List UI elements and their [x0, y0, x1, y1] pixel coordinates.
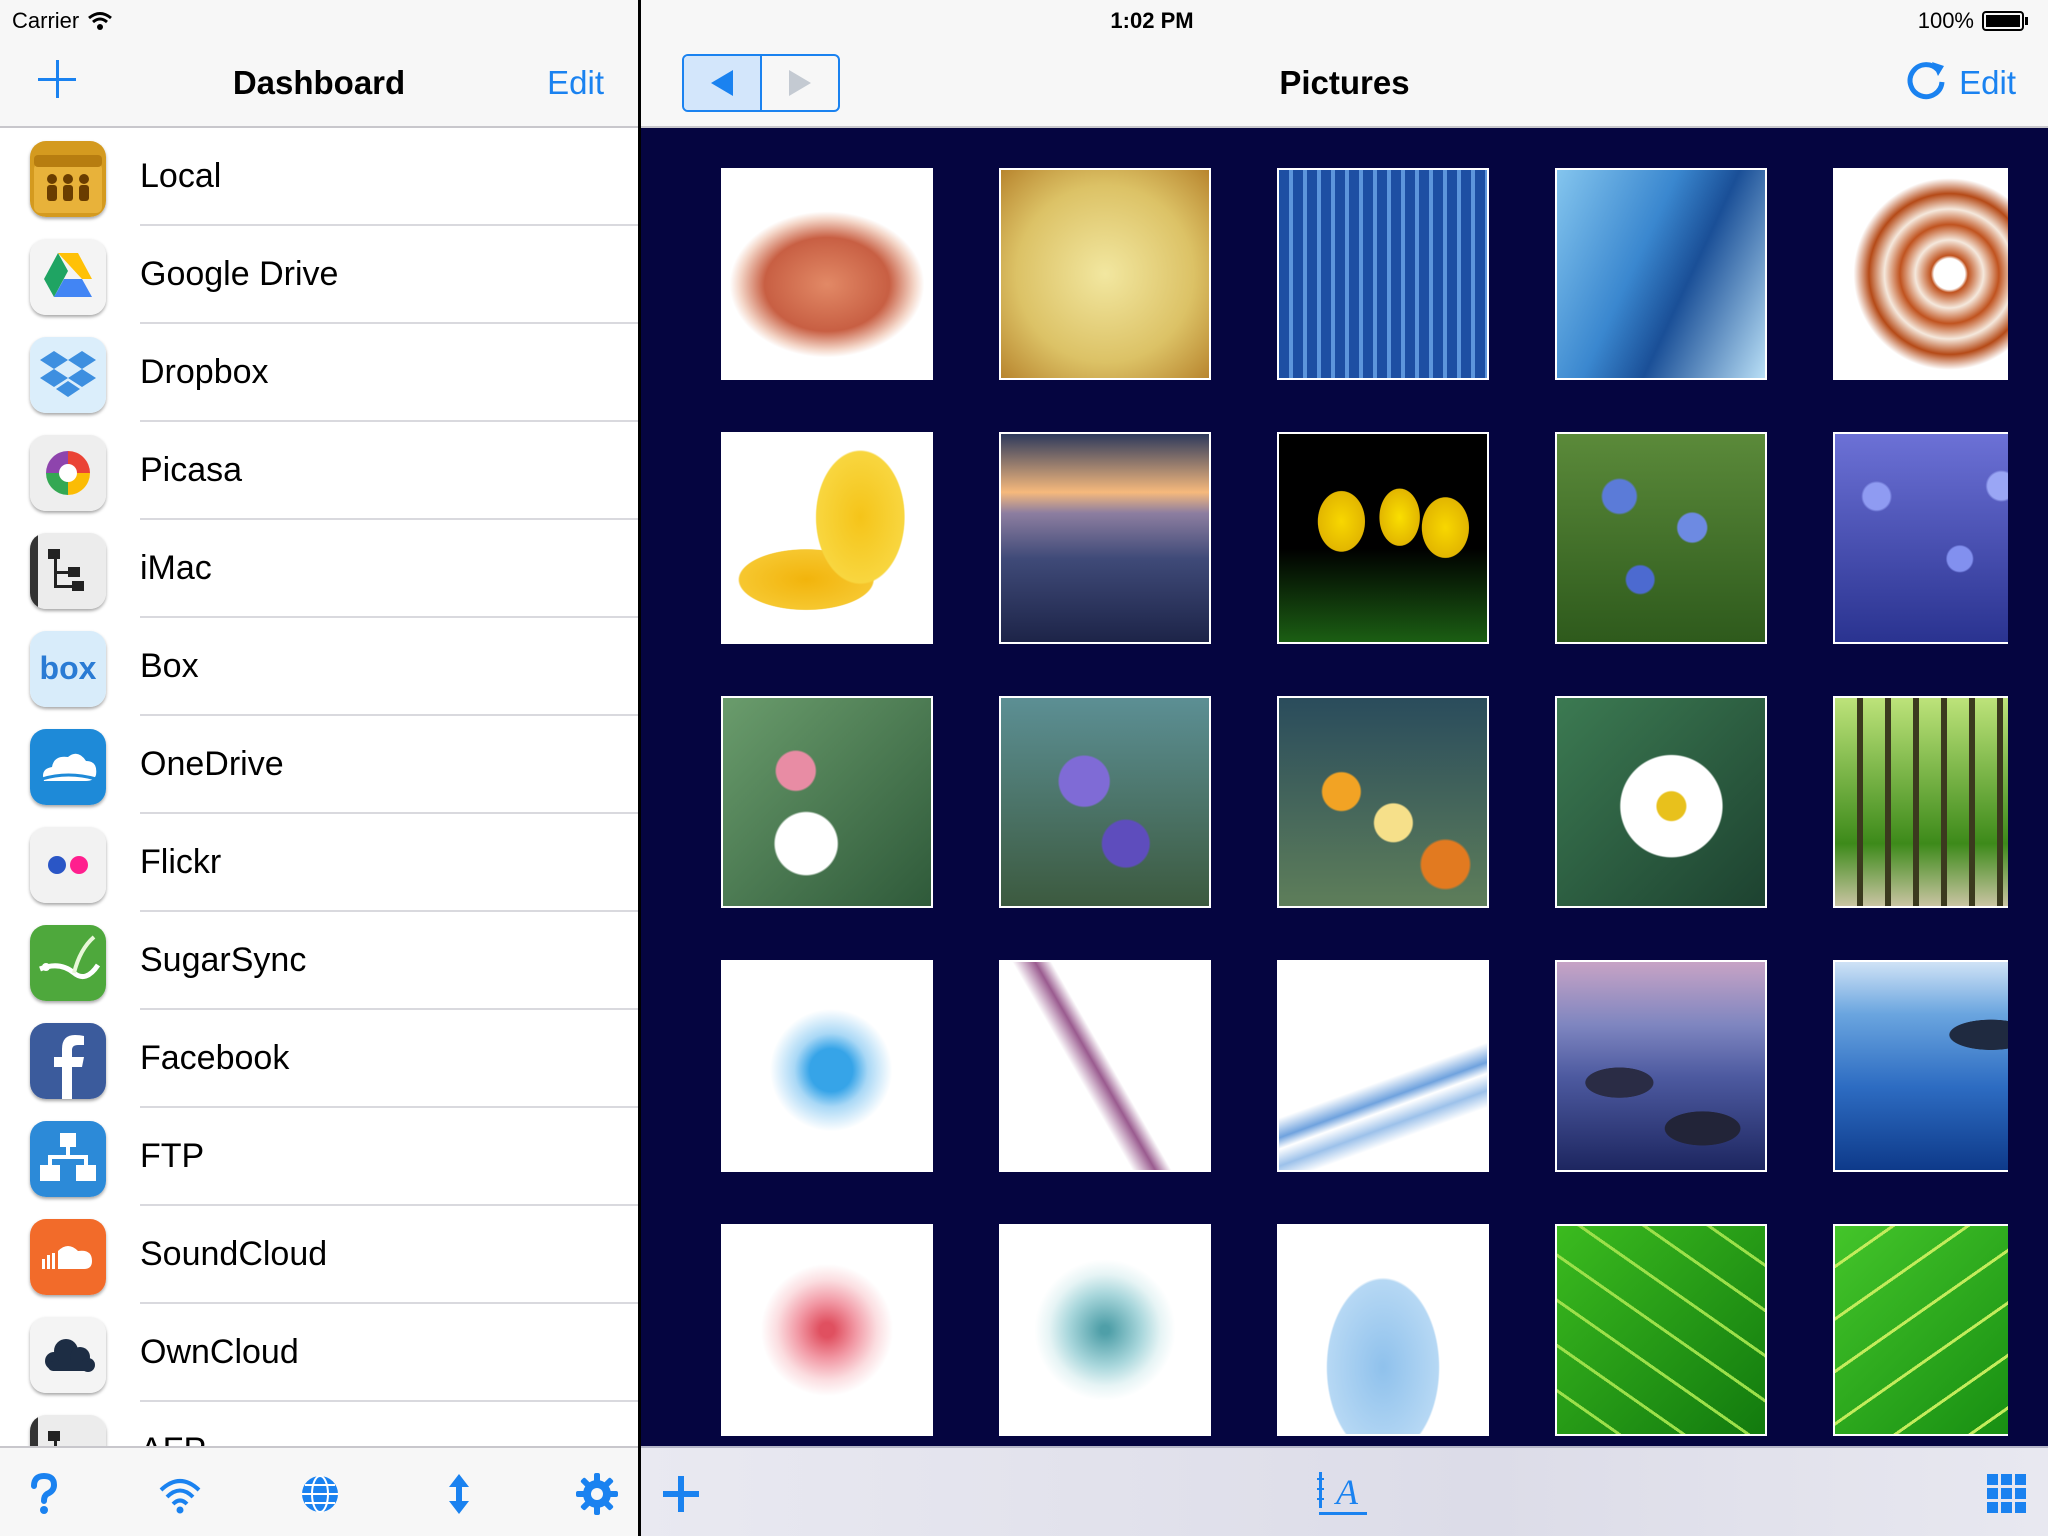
- sidebar-item-label: Box: [140, 647, 199, 685]
- sidebar-item-label: Local: [140, 157, 222, 195]
- sidebar-item-box[interactable]: box Box: [0, 618, 638, 716]
- thumbnail-red-skeleton-flower[interactable]: [721, 1224, 933, 1436]
- thumbnail-purple-borage[interactable]: [999, 696, 1211, 908]
- thumbnail-green-leaf-veins[interactable]: [1833, 1224, 2008, 1436]
- sidebar-item-onedrive[interactable]: OneDrive: [0, 716, 638, 814]
- sidebar-item-label: AFP: [140, 1431, 206, 1446]
- soundcloud-icon: [30, 1219, 106, 1295]
- thumbnail-green-forest[interactable]: [1833, 696, 2008, 908]
- browser-edit-button[interactable]: Edit: [1959, 64, 2016, 102]
- wifi-signal-icon: [88, 12, 113, 30]
- network-computer-icon: [30, 1415, 106, 1446]
- onedrive-icon: [30, 729, 106, 805]
- status-bar: Carrier: [0, 0, 638, 40]
- grid-view-icon[interactable]: [1987, 1474, 2027, 1514]
- battery-icon: [1982, 11, 2028, 31]
- settings-icon[interactable]: [575, 1472, 619, 1516]
- flickr-icon: [30, 827, 106, 903]
- thumbnail-blue-fractal[interactable]: [721, 960, 933, 1172]
- sidebar-item-sugarsync[interactable]: SugarSync: [0, 912, 638, 1010]
- network-computer-icon: [30, 533, 106, 609]
- file-browser-panel: 1:02 PM 100% Pictures Edit A: [641, 0, 2048, 1536]
- add-icon[interactable]: [659, 1472, 703, 1516]
- thumbnail-nautilus-shell[interactable]: [1833, 168, 2008, 380]
- sidebar-item-label: OwnCloud: [140, 1333, 299, 1371]
- sidebar-item-label: FTP: [140, 1137, 205, 1175]
- picasa-icon: [30, 435, 106, 511]
- browser-nav-bar: Pictures Edit: [641, 40, 2048, 128]
- svg-text:box: box: [40, 650, 97, 686]
- transfer-icon[interactable]: [437, 1472, 481, 1516]
- sidebar-item-label: OneDrive: [140, 745, 284, 783]
- refresh-icon[interactable]: [1904, 60, 1948, 104]
- thumbnail-blue-lake-rocks[interactable]: [1833, 960, 2008, 1172]
- svg-text:A: A: [1334, 1472, 1359, 1512]
- facebook-icon: [30, 1023, 106, 1099]
- sidebar-item-dropbox[interactable]: Dropbox: [0, 324, 638, 422]
- sidebar-item-local[interactable]: Local: [0, 128, 638, 226]
- thumbnail-blue-skeleton-leaf[interactable]: [1277, 1224, 1489, 1436]
- sidebar-item-facebook[interactable]: Facebook: [0, 1010, 638, 1108]
- sidebar-item-label: Dropbox: [140, 353, 269, 391]
- sidebar-item-flickr[interactable]: Flickr: [0, 814, 638, 912]
- page-title: Pictures: [1279, 64, 1410, 101]
- thumbnail-white-blossoms[interactable]: [721, 696, 933, 908]
- sidebar-item-label: Picasa: [140, 451, 243, 489]
- box-icon: box: [30, 631, 106, 707]
- ftp-icon: [30, 1121, 106, 1197]
- thumbnail-parchment-texture[interactable]: [999, 168, 1211, 380]
- thumbnail-sea-urchin[interactable]: [721, 168, 933, 380]
- sort-by-name-icon[interactable]: A: [1317, 1468, 1369, 1518]
- google-drive-icon: [30, 239, 106, 315]
- thumbnail-green-leaf[interactable]: [1555, 1224, 1767, 1436]
- thumbnail-yellow-tulips[interactable]: [1277, 432, 1489, 644]
- wifi-icon[interactable]: [158, 1472, 202, 1516]
- sugarsync-icon: [30, 925, 106, 1001]
- help-icon[interactable]: [22, 1472, 66, 1516]
- sidebar-item-picasa[interactable]: Picasa: [0, 422, 638, 520]
- sidebar-nav-bar: Dashboard Edit: [0, 40, 638, 128]
- globe-icon[interactable]: [298, 1472, 342, 1516]
- sidebar-item-imac[interactable]: iMac: [0, 520, 638, 618]
- local-folder-icon: [30, 141, 106, 217]
- sidebar-title: Dashboard: [232, 64, 406, 101]
- browser-toolbar: A: [641, 1446, 2048, 1536]
- thumbnail-yellow-leaves[interactable]: [721, 432, 933, 644]
- sidebar-toolbar: [0, 1446, 638, 1536]
- dropbox-icon: [30, 337, 106, 413]
- owncloud-icon: [30, 1317, 106, 1393]
- sidebar-item-ftp[interactable]: FTP: [0, 1108, 638, 1206]
- sidebar-panel: Carrier Dashboard Edit Local Google Driv…: [0, 0, 638, 1536]
- thumbnail-orange-yellow-flowers[interactable]: [1277, 696, 1489, 908]
- thumbnail-skyscraper-glass[interactable]: [1277, 168, 1489, 380]
- thumbnail-skyscraper-sky[interactable]: [1555, 168, 1767, 380]
- clock: 1:02 PM: [1110, 8, 1194, 33]
- thumbnail-purple-fractal[interactable]: [999, 960, 1211, 1172]
- thumbnail-rocky-lake[interactable]: [1555, 960, 1767, 1172]
- sidebar-item-owncloud[interactable]: OwnCloud: [0, 1304, 638, 1402]
- battery-status: 100%: [1918, 8, 2030, 34]
- thumbnail-white-daffodil[interactable]: [1555, 696, 1767, 908]
- thumbnail-grid: [681, 168, 2008, 1446]
- thumbnail-purple-flower-field[interactable]: [1833, 432, 2008, 644]
- sidebar-item-label: iMac: [140, 549, 212, 587]
- thumbnail-blue-wildflowers[interactable]: [1555, 432, 1767, 644]
- carrier-label: Carrier: [12, 8, 80, 33]
- sidebar-item-label: Facebook: [140, 1039, 290, 1077]
- sidebar-edit-button[interactable]: Edit: [547, 64, 604, 102]
- thumbnail-blue-lines[interactable]: [1277, 960, 1489, 1172]
- sidebar-item-label: Flickr: [140, 843, 222, 881]
- sidebar-item-label: SugarSync: [140, 941, 307, 979]
- thumbnail-teal-leaf-star[interactable]: [999, 1224, 1211, 1436]
- sidebar-item-soundcloud[interactable]: SoundCloud: [0, 1206, 638, 1304]
- sidebar-item-label: Google Drive: [140, 255, 339, 293]
- carrier-status: Carrier: [12, 8, 113, 34]
- service-list: Local Google Drive Dropbox Picasa iMac b…: [0, 128, 638, 1446]
- sidebar-item-label: SoundCloud: [140, 1235, 328, 1273]
- thumbnail-desert-dunes[interactable]: [999, 432, 1211, 644]
- battery-percent: 100%: [1917, 8, 1974, 33]
- sidebar-item-afp[interactable]: AFP: [0, 1402, 638, 1446]
- status-bar: 1:02 PM 100%: [641, 0, 2048, 40]
- sidebar-item-google-drive[interactable]: Google Drive: [0, 226, 638, 324]
